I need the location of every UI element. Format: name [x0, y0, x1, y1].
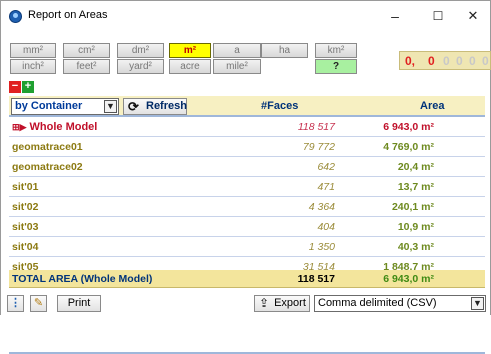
table-row[interactable]: sit'01 471 13,7 m² [9, 178, 485, 197]
digit-decimal-1[interactable]: 0 [428, 54, 435, 68]
settings-icon[interactable]: ✎ [30, 295, 47, 312]
refresh-button[interactable]: ⟳ Refresh [123, 98, 187, 115]
row-area: 6 943,0 m² [383, 121, 434, 133]
row-name: sit'02 [12, 201, 39, 213]
digit-decimal-5[interactable]: 0 [482, 54, 489, 68]
unit-acre-button[interactable]: acre [169, 59, 211, 74]
more-options-icon[interactable]: ⋮ [7, 295, 24, 312]
row-area: 10,9 m² [397, 221, 434, 233]
digit-decimal-2[interactable]: 0 [443, 54, 450, 68]
unit-mile2-button[interactable]: mile² [213, 59, 261, 74]
unit-ha-button[interactable]: ha [261, 43, 308, 58]
chevron-down-icon[interactable]: ▼ [104, 100, 117, 113]
group-by-select[interactable]: by Container ▼ [11, 98, 119, 115]
row-name: geomatrace02 [12, 161, 83, 173]
unit-m2-button[interactable]: m² [169, 43, 211, 58]
digit-display: 0, 0 0 0 0 0 [399, 51, 491, 70]
empty-table-area [9, 278, 485, 354]
help-button[interactable]: ? [315, 59, 357, 74]
app-icon [9, 10, 22, 23]
unit-a-button[interactable]: a [213, 43, 261, 58]
digit-decimal-4[interactable]: 0 [469, 54, 476, 68]
table-row[interactable]: ⊞▶ Whole Model 118 517 6 943,0 m² [9, 118, 485, 137]
row-area: 4 769,0 m² [383, 141, 434, 153]
row-name: ⊞▶ Whole Model [12, 121, 97, 133]
remove-row-icon[interactable]: − [9, 81, 21, 93]
chevron-down-icon[interactable]: ▼ [471, 297, 484, 310]
total-area: 6 943,0 m² [383, 273, 434, 285]
row-faces: 404 [317, 221, 335, 233]
row-area: 240,1 m² [391, 201, 434, 213]
row-name: sit'03 [12, 221, 39, 233]
row-faces: 642 [317, 161, 335, 173]
export-format-select[interactable]: Comma delimited (CSV) ▼ [314, 295, 486, 312]
row-faces: 79 772 [302, 141, 335, 153]
unit-yard2-button[interactable]: yard² [117, 59, 164, 74]
maximize-button[interactable]: ☐ [428, 7, 448, 25]
window-title: Report on Areas [28, 9, 108, 21]
row-name: sit'01 [12, 181, 39, 193]
group-by-value: by Container [15, 100, 83, 112]
row-area: 40,3 m² [397, 241, 434, 253]
report-window: Report on Areas – ☐ ✕ mm² cm² dm² m² a h… [0, 0, 491, 354]
faces-column-header[interactable]: #Faces [261, 100, 298, 112]
export-label: Export [274, 297, 306, 309]
row-faces: 1 350 [308, 241, 335, 253]
table-row[interactable]: sit'03 404 10,9 m² [9, 218, 485, 237]
expand-icon[interactable]: ⊞▶ [12, 122, 26, 132]
unit-feet2-button[interactable]: feet² [63, 59, 110, 74]
export-icon: ⇪ [259, 296, 270, 310]
row-faces: 118 517 [297, 121, 335, 133]
table-row[interactable]: geomatrace02 642 20,4 m² [9, 158, 485, 177]
refresh-label: Refresh [146, 100, 187, 112]
area-column-header[interactable]: Area [420, 100, 444, 112]
close-button[interactable]: ✕ [463, 7, 483, 25]
unit-mm2-button[interactable]: mm² [10, 43, 56, 58]
total-row: TOTAL AREA (Whole Model) 118 517 6 943,0… [9, 270, 485, 288]
row-faces: 471 [317, 181, 335, 193]
digit-integer[interactable]: 0, [405, 54, 415, 68]
unit-km2-button[interactable]: km² [315, 43, 357, 58]
add-row-icon[interactable]: + [22, 81, 34, 93]
digit-decimal-3[interactable]: 0 [456, 54, 463, 68]
unit-dm2-button[interactable]: dm² [117, 43, 164, 58]
export-format-value: Comma delimited (CSV) [318, 297, 437, 309]
print-button[interactable]: Print [57, 295, 101, 312]
row-area: 20,4 m² [397, 161, 434, 173]
table-header: by Container ▼ ⟳ Refresh #Faces Area [9, 96, 485, 117]
row-name: geomatrace01 [12, 141, 83, 153]
title-bar[interactable]: Report on Areas – ☐ ✕ [1, 1, 490, 31]
unit-cm2-button[interactable]: cm² [63, 43, 110, 58]
row-name-text: Whole Model [29, 121, 98, 133]
total-label: TOTAL AREA (Whole Model) [12, 273, 153, 285]
table-row[interactable]: sit'04 1 350 40,3 m² [9, 238, 485, 257]
table-row[interactable]: geomatrace01 79 772 4 769,0 m² [9, 138, 485, 157]
total-faces: 118 517 [297, 273, 335, 285]
row-area: 13,7 m² [397, 181, 434, 193]
refresh-icon: ⟳ [128, 99, 139, 114]
row-faces: 4 364 [308, 201, 335, 213]
unit-inch2-button[interactable]: inch² [10, 59, 56, 74]
minimize-button[interactable]: – [385, 7, 405, 25]
bottom-bar: ⋮ ✎ Print ⇪ Export Comma delimited (CSV)… [1, 292, 490, 315]
export-button[interactable]: ⇪ Export [254, 295, 310, 312]
row-name: sit'04 [12, 241, 39, 253]
table-row[interactable]: sit'02 4 364 240,1 m² [9, 198, 485, 217]
